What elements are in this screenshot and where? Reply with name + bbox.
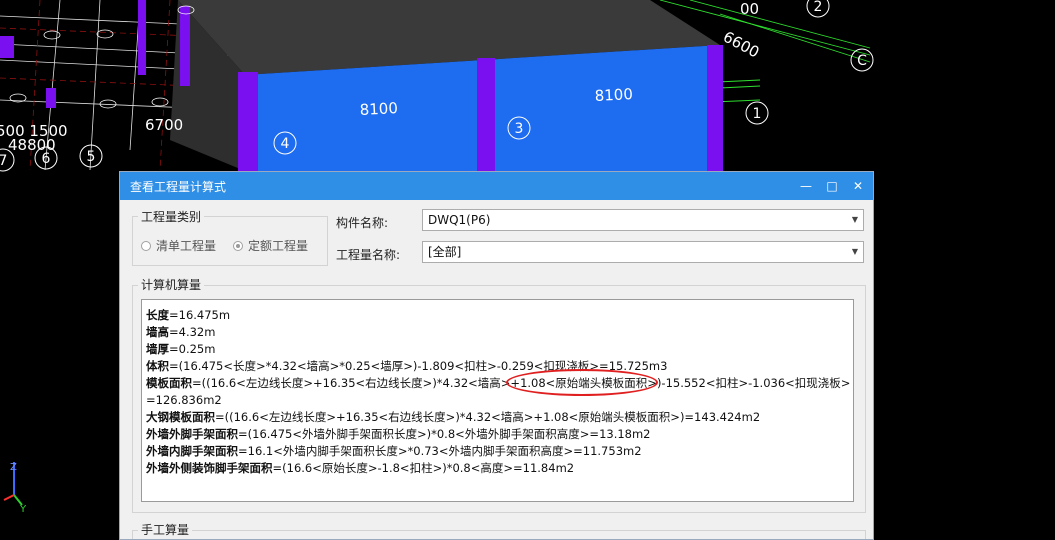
computer-calc-label: 计算机算量 (138, 276, 205, 293)
component-name-select[interactable]: DWQ1(P6) ▼ (422, 209, 864, 231)
dialog-title: 查看工程量计算式 (130, 180, 227, 194)
axis-label: 2 (814, 0, 823, 15)
maximize-button[interactable]: □ (822, 176, 842, 196)
column (238, 72, 258, 171)
formula-line: 长度=16.475m (146, 308, 231, 322)
column (180, 6, 190, 86)
chevron-down-icon: ▼ (851, 215, 858, 224)
red-annotation-ellipse (506, 369, 658, 396)
dim-label: 500 1500 (0, 122, 68, 140)
radio-quota-label: 定额工程量 (248, 239, 309, 253)
axis-label: 3 (515, 121, 524, 137)
axis-label: C (857, 53, 867, 69)
axis-label: 1 (753, 106, 762, 122)
radio-list-quantity[interactable]: 清单工程量 (141, 237, 216, 254)
axis-label: 4 (281, 136, 290, 152)
axis-label: 5 (87, 149, 96, 165)
close-button[interactable]: ✕ (848, 176, 868, 196)
formula-line: 外墙外脚手架面积=(16.475<外墙外脚手架面积长度>)*0.8<外墙外脚手架… (146, 427, 651, 441)
dim-label: 6600 (720, 28, 762, 62)
coordinate-axes-icon: Z Y (3, 462, 27, 515)
svg-text:Z: Z (10, 462, 17, 473)
manual-calc-label: 手工算量 (138, 521, 193, 538)
column (477, 58, 495, 171)
component-name-label: 构件名称: (336, 216, 389, 230)
column (0, 36, 14, 58)
dim-label: 8100 (359, 99, 398, 119)
minimize-button[interactable]: — (796, 176, 816, 196)
radio-selected-icon (233, 241, 243, 251)
formula-line: 外墙内脚手架面积=16.1<外墙内脚手架面积长度>*0.73<外墙内脚手架面积高… (146, 444, 642, 458)
radio-quota-quantity[interactable]: 定额工程量 (233, 237, 308, 254)
formula-line: 体积=(16.475<长度>*4.32<墙高>*0.25<墙厚>)-1.809<… (146, 359, 668, 373)
formula-line: 外墙外侧装饰脚手架面积=(16.6<原始长度>-1.8<扣柱>)*0.8<高度>… (146, 461, 575, 475)
dim-label: 00 (740, 0, 759, 18)
quantity-name-value: [全部] (428, 245, 462, 259)
manual-calc-group (132, 530, 866, 539)
axis-label: 6 (42, 151, 51, 167)
quantity-category-label: 工程量类别 (138, 208, 205, 225)
radio-unselected-icon (141, 241, 151, 251)
column (707, 45, 723, 171)
column (46, 88, 56, 108)
chevron-down-icon: ▼ (851, 247, 858, 256)
dim-label: 6700 (145, 116, 183, 134)
formula-line: =126.836m2 (146, 393, 222, 407)
svg-text:Y: Y (19, 504, 27, 515)
quantity-name-label: 工程量名称: (336, 248, 401, 262)
quantity-name-select[interactable]: [全部] ▼ (422, 241, 864, 263)
axis-label: 7 (0, 153, 7, 169)
formula-line: 墙厚=0.25m (146, 342, 216, 356)
grid-nodes (9, 5, 195, 109)
dim-label: 8100 (594, 85, 633, 105)
formula-line: 墙高=4.32m (146, 325, 216, 339)
radio-list-label: 清单工程量 (156, 239, 217, 253)
calc-formula-dialog: 查看工程量计算式 — □ ✕ 工程量类别 清单工程量 定额工程量 构件名称: D… (119, 171, 874, 540)
formula-line: 大钢模板面积=((16.6<左边线长度>+16.35<右边线长度>)*4.32<… (146, 410, 761, 424)
formula-line: 模板面积=((16.6<左边线长度>+16.35<右边线长度>)*4.32<墙高… (146, 376, 851, 390)
component-name-value: DWQ1(P6) (428, 213, 491, 227)
formula-textbox[interactable]: 长度=16.475m 墙高=4.32m 墙厚=0.25m 体积=(16.475<… (141, 299, 854, 502)
column (138, 0, 146, 75)
dialog-titlebar[interactable]: 查看工程量计算式 — □ ✕ (120, 172, 873, 200)
